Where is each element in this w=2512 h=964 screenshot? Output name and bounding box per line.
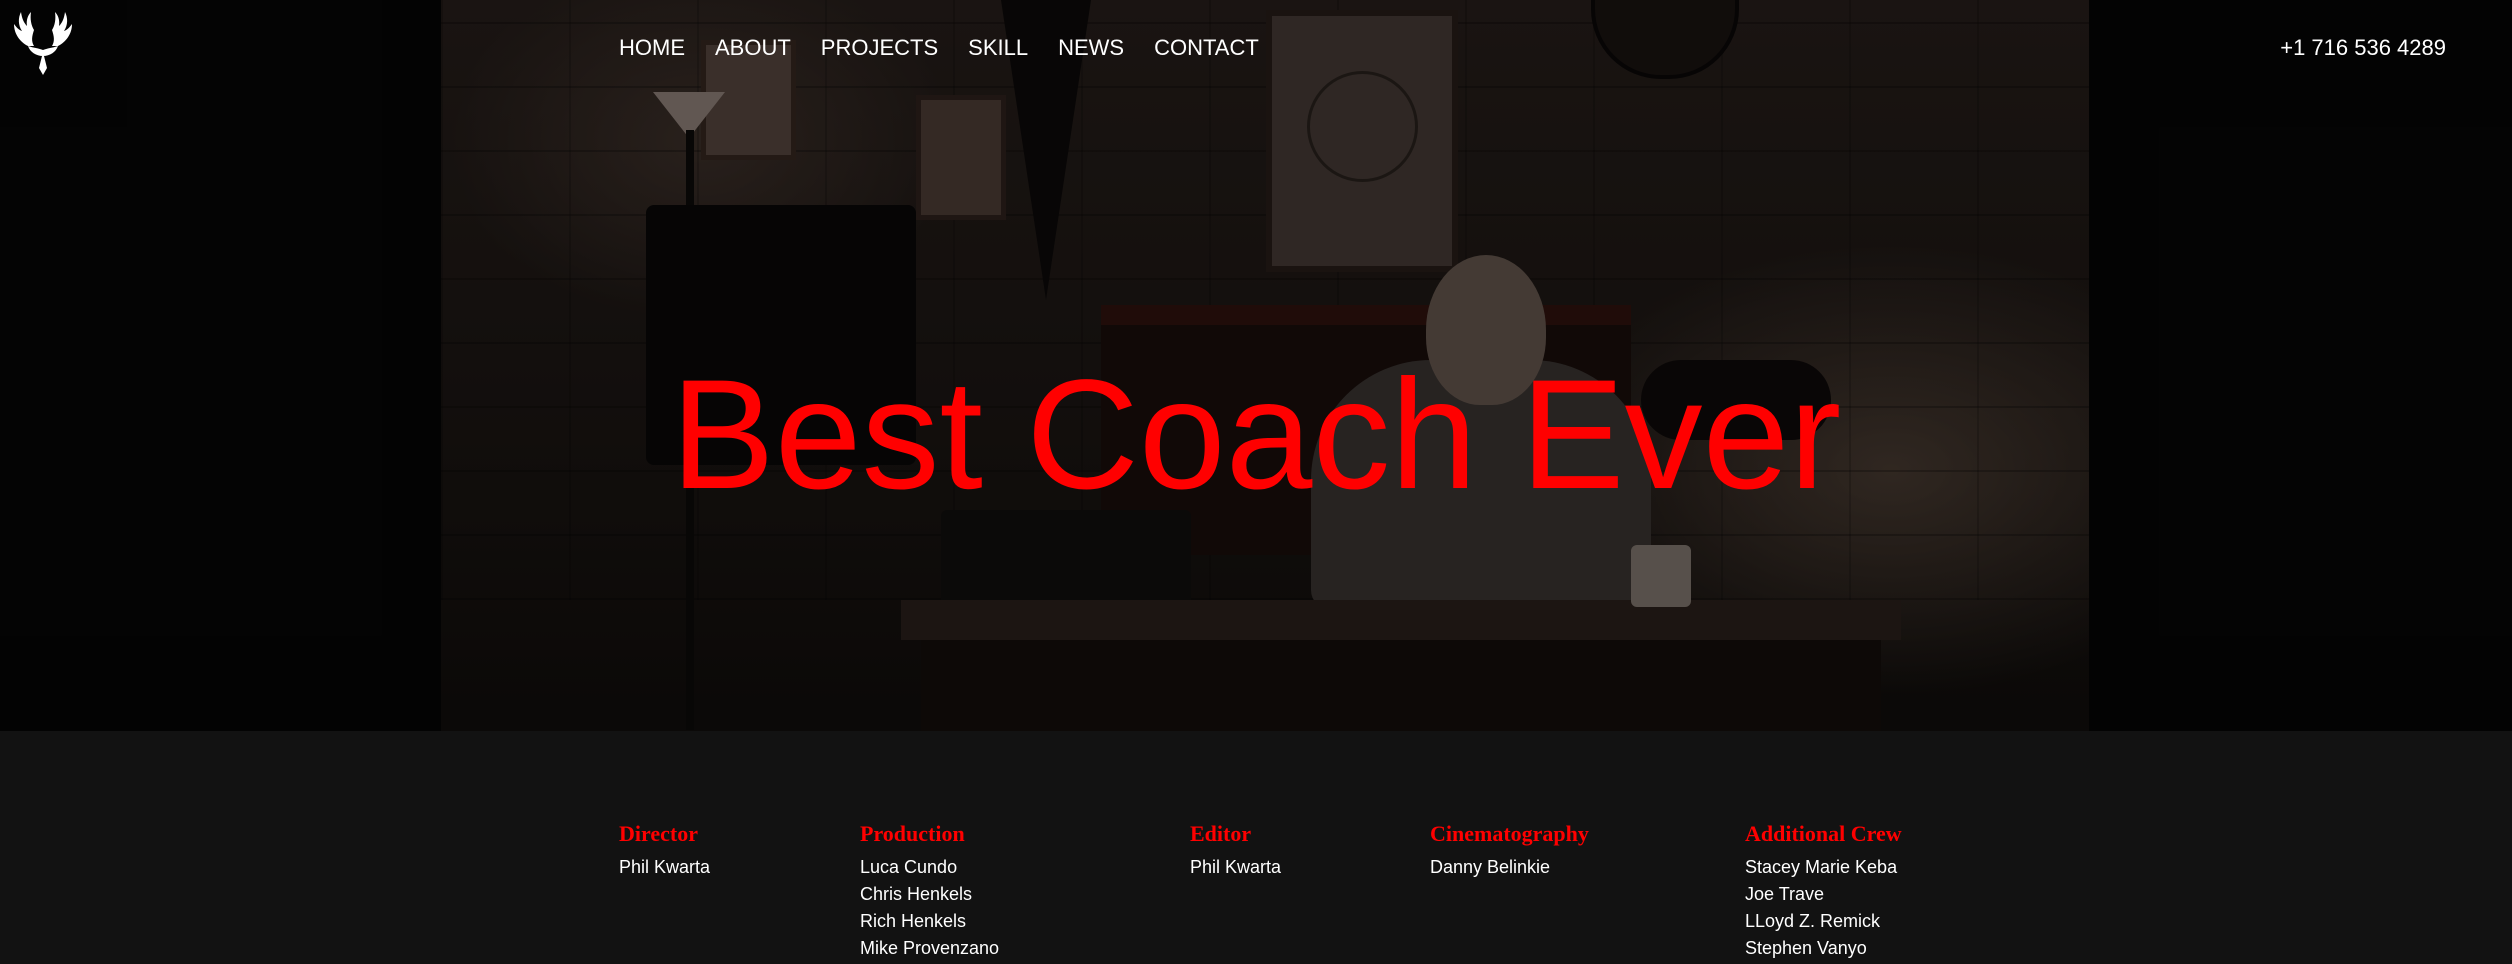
logo-link[interactable] — [8, 8, 78, 78]
credit-name: Joe Trave — [1745, 884, 1825, 904]
main-nav: HOME ABOUT PROJECTS SKILL NEWS CONTACT — [619, 33, 1289, 63]
credit-editor: Editor Phil Kwarta — [1190, 820, 1281, 881]
credit-name: Phil Kwarta — [619, 857, 711, 877]
credit-name: Luca Cundo — [860, 857, 958, 877]
credit-name: Phil Kwarta — [1190, 857, 1282, 877]
credit-role-heading: Additional Crew — [1745, 821, 1902, 846]
credit-name: Stephen Vanyo — [1745, 938, 1867, 958]
nav-news-link[interactable]: NEWS — [1058, 33, 1124, 63]
credit-name: Stacey Marie Keba — [1745, 857, 1898, 877]
credit-name: LLoyd Z. Remick — [1745, 911, 1881, 931]
hero-section: HOME ABOUT PROJECTS SKILL NEWS CONTACT +… — [0, 0, 2512, 731]
credit-cinematography: Cinematography Danny Belinkie — [1430, 820, 1589, 881]
nav-contact-link[interactable]: CONTACT — [1154, 33, 1259, 63]
credit-director: Director Phil Kwarta — [619, 820, 710, 881]
credit-role-heading: Director — [619, 821, 698, 846]
nav-home-link[interactable]: HOME — [619, 33, 685, 63]
credit-role-heading: Cinematography — [1430, 821, 1589, 846]
credit-role-heading: Production — [860, 821, 965, 846]
credit-additional-crew: Additional Crew Stacey Marie Keba Joe Tr… — [1745, 820, 1902, 962]
credit-name: Danny Belinkie — [1430, 857, 1551, 877]
phone-number-link[interactable]: +1 716 536 4289 — [2280, 33, 2446, 63]
hero-title: Best Coach Ever — [670, 348, 1842, 522]
deer-antlers-logo-icon — [14, 12, 72, 75]
nav-about-link[interactable]: ABOUT — [715, 33, 791, 63]
credit-name: Chris Henkels — [860, 884, 973, 904]
nav-skill-link[interactable]: SKILL — [968, 33, 1028, 63]
credit-production: Production Luca Cundo Chris Henkels Rich… — [860, 820, 999, 962]
credit-role-heading: Editor — [1190, 821, 1252, 846]
credits-section: Director Phil Kwarta Production Luca Cun… — [0, 731, 2512, 964]
page: HOME ABOUT PROJECTS SKILL NEWS CONTACT +… — [0, 0, 2512, 964]
nav-projects-link[interactable]: PROJECTS — [821, 33, 938, 63]
credit-name: Rich Henkels — [860, 911, 967, 931]
credit-name: Mike Provenzano — [860, 938, 1000, 958]
